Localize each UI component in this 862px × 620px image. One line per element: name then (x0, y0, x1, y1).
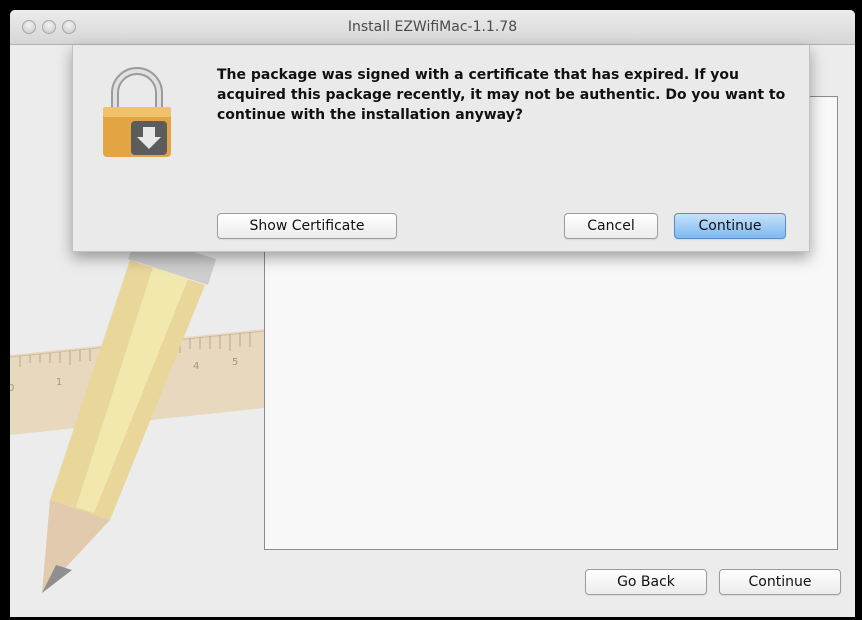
ruler-mark: 1 (56, 377, 62, 388)
certificate-alert-sheet: The package was signed with a certificat… (72, 45, 810, 252)
ruler-mark: 4 (193, 361, 199, 372)
show-certificate-button[interactable]: Show Certificate (217, 213, 397, 239)
padlock-icon (103, 67, 171, 157)
ruler-mark: 5 (232, 357, 238, 368)
go-back-button[interactable]: Go Back (585, 569, 707, 595)
title-bar[interactable]: Install EZWifiMac-1.1.78 (10, 10, 855, 45)
cancel-button[interactable]: Cancel (564, 213, 658, 239)
footer-continue-button[interactable]: Continue (719, 569, 841, 595)
window-title: Install EZWifiMac-1.1.78 (347, 19, 518, 35)
alert-message: The package was signed with a certificat… (217, 67, 786, 123)
ruler-mark: 0 (10, 383, 14, 394)
continue-button[interactable]: Continue (674, 213, 786, 239)
installer-window: Install EZWifiMac-1.1.78 0 1 4 5 Go Back… (10, 10, 855, 617)
